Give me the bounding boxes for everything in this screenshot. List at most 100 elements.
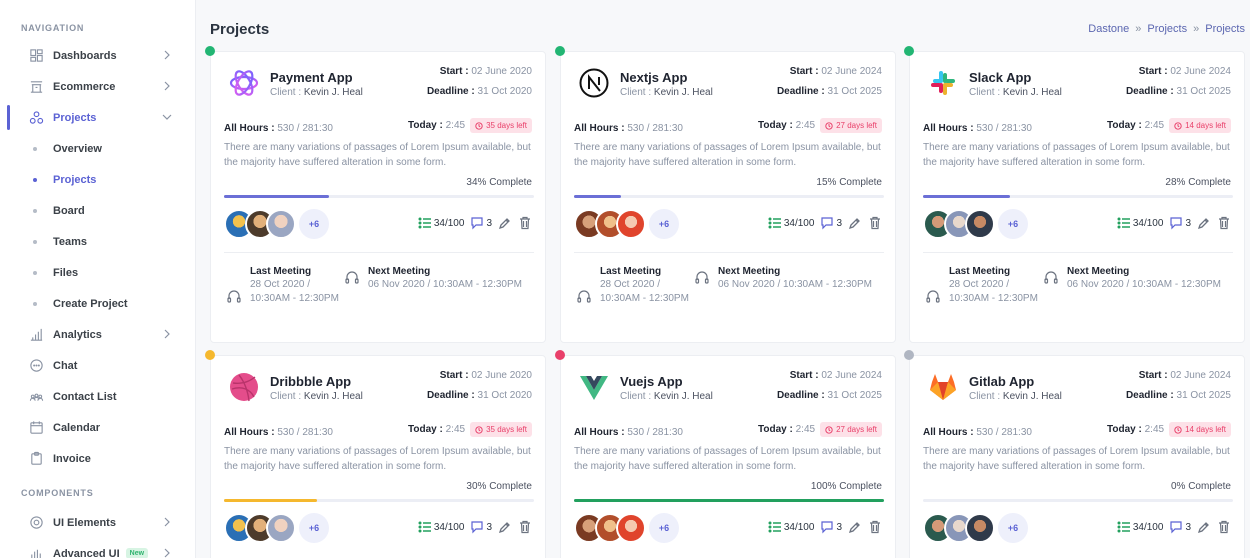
- status-dot: [205, 46, 215, 56]
- sidebar-item-ui-elements[interactable]: UI Elements: [0, 507, 195, 538]
- start-date: Start : 02 June 2020: [439, 370, 532, 381]
- payment-logo: [228, 67, 260, 99]
- completion-text: 0% Complete: [1170, 481, 1231, 492]
- sidebar-item-invoice[interactable]: Invoice: [0, 443, 195, 474]
- breadcrumb-separator-icon: »: [1135, 23, 1142, 35]
- comment-icon: [1170, 217, 1183, 230]
- edit-button[interactable]: [498, 216, 512, 230]
- advanced-icon: [28, 546, 44, 558]
- sidebar-item-label: Chat: [53, 359, 78, 372]
- avatar[interactable]: [266, 513, 296, 543]
- status-dot: [904, 350, 914, 360]
- comments-count[interactable]: 3: [820, 216, 842, 230]
- comments-count[interactable]: 3: [1169, 520, 1191, 534]
- start-date: Start : 02 June 2024: [1138, 66, 1231, 77]
- edit-button[interactable]: [1197, 216, 1211, 230]
- team-avatars[interactable]: +6: [224, 209, 329, 239]
- sidebar-sub-teams[interactable]: Teams: [0, 226, 195, 257]
- project-name[interactable]: Gitlab App: [969, 374, 1034, 389]
- sidebar-item-analytics[interactable]: Analytics: [0, 319, 195, 350]
- clock-icon: [1174, 121, 1182, 130]
- card-stats: 34/100 3: [768, 520, 882, 534]
- tasks-count: 34/100: [418, 520, 464, 534]
- team-avatars[interactable]: +6: [224, 513, 329, 543]
- slack-logo: [927, 67, 959, 99]
- comments-count[interactable]: 3: [470, 520, 492, 534]
- completion-text: 30% Complete: [466, 481, 532, 492]
- avatar[interactable]: [965, 209, 995, 239]
- clock-icon: [1174, 425, 1182, 434]
- project-client: Client : Kevin J. Heal: [969, 391, 1062, 402]
- project-name[interactable]: Dribbble App: [270, 374, 351, 389]
- status-dot: [904, 46, 914, 56]
- trash-icon: [870, 520, 880, 534]
- team-avatars[interactable]: +6: [574, 513, 679, 543]
- more-members-badge[interactable]: +6: [299, 209, 329, 239]
- more-members-badge[interactable]: +6: [649, 209, 679, 239]
- sidebar-item-calendar[interactable]: Calendar: [0, 412, 195, 443]
- delete-button[interactable]: [518, 520, 532, 534]
- avatar[interactable]: [965, 513, 995, 543]
- project-name[interactable]: Nextjs App: [620, 70, 687, 85]
- sidebar-sub-projects[interactable]: Projects: [0, 164, 195, 195]
- delete-button[interactable]: [868, 216, 882, 230]
- delete-button[interactable]: [518, 216, 532, 230]
- project-name[interactable]: Slack App: [969, 70, 1031, 85]
- page-title: Projects: [210, 21, 270, 38]
- more-members-badge[interactable]: +6: [998, 513, 1028, 543]
- card-stats: 34/100 3: [418, 216, 532, 230]
- team-avatars[interactable]: +6: [574, 209, 679, 239]
- sidebar-sub-files[interactable]: Files: [0, 257, 195, 288]
- sidebar-item-contact-list[interactable]: Contact List: [0, 381, 195, 412]
- avatar[interactable]: [616, 209, 646, 239]
- edit-button[interactable]: [848, 520, 862, 534]
- today-time: Today : 2:45 14 days left: [1107, 422, 1231, 437]
- project-client: Client : Kevin J. Heal: [969, 87, 1062, 98]
- start-date: Start : 02 June 2024: [1138, 370, 1231, 381]
- sidebar-sub-overview[interactable]: Overview: [0, 133, 195, 164]
- edit-button[interactable]: [498, 520, 512, 534]
- comments-count[interactable]: 3: [820, 520, 842, 534]
- team-avatars[interactable]: +6: [923, 209, 1028, 239]
- today-time: Today : 2:45 27 days left: [758, 422, 882, 437]
- breadcrumb-item[interactable]: Dastone: [1088, 23, 1129, 35]
- project-card-dribbble-app: Dribbble App Client : Kevin J. Heal Star…: [205, 350, 546, 558]
- comments-count[interactable]: 3: [1169, 216, 1191, 230]
- comments-count[interactable]: 3: [470, 216, 492, 230]
- edit-button[interactable]: [848, 216, 862, 230]
- clock-icon: [825, 121, 833, 130]
- delete-button[interactable]: [868, 520, 882, 534]
- grid-icon: [28, 48, 44, 64]
- sidebar-item-dashboards[interactable]: Dashboards: [0, 40, 195, 71]
- avatar[interactable]: [266, 209, 296, 239]
- team-avatars[interactable]: +6: [923, 513, 1028, 543]
- edit-button[interactable]: [1197, 520, 1211, 534]
- sidebar-item-ecommerce[interactable]: Ecommerce: [0, 71, 195, 102]
- days-left-badge: 35 days left: [470, 422, 532, 437]
- sidebar-item-projects[interactable]: Projects: [0, 102, 195, 133]
- delete-button[interactable]: [1217, 216, 1231, 230]
- list-icon: [1117, 521, 1130, 533]
- comment-icon: [821, 521, 834, 534]
- delete-button[interactable]: [1217, 520, 1231, 534]
- project-name[interactable]: Vuejs App: [620, 374, 683, 389]
- clipboard-icon: [28, 451, 44, 467]
- completion-text: 15% Complete: [816, 177, 882, 188]
- breadcrumb-item[interactable]: Projects: [1147, 23, 1187, 35]
- progress-fill: [224, 195, 330, 198]
- more-members-badge[interactable]: +6: [649, 513, 679, 543]
- sidebar-item-chat[interactable]: Chat: [0, 350, 195, 381]
- sidebar-item-advanced-ui[interactable]: Advanced UI New: [0, 538, 195, 558]
- chevron-right-icon: [164, 329, 170, 339]
- trash-icon: [870, 216, 880, 230]
- more-members-badge[interactable]: +6: [299, 513, 329, 543]
- sidebar-sub-create-project[interactable]: Create Project: [0, 288, 195, 319]
- more-members-badge[interactable]: +6: [998, 209, 1028, 239]
- deadline-date: Deadline : 31 Oct 2025: [1125, 86, 1231, 97]
- progress-fill: [574, 195, 621, 198]
- trash-icon: [520, 520, 530, 534]
- avatar[interactable]: [616, 513, 646, 543]
- sidebar-sub-board[interactable]: Board: [0, 195, 195, 226]
- progress-bar: [574, 499, 884, 502]
- project-name[interactable]: Payment App: [270, 70, 353, 85]
